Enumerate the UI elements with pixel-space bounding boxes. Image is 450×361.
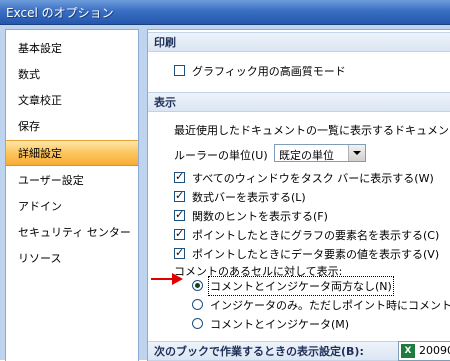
section-header-display: 表示 [148,92,450,112]
show-function-tips-label: 関数のヒントを表示する(F) [192,210,328,223]
radio-no-comments-or-indicators[interactable] [192,280,203,291]
sidebar-item-advanced[interactable]: 詳細設定 [6,140,138,166]
sidebar-item-customize[interactable]: ユーザー設定 [6,168,138,194]
sidebar-item-basic[interactable]: 基本設定 [6,36,138,62]
book-select[interactable]: X 20090 [398,341,450,361]
title-bar: Excel のオプション [0,0,450,25]
high-quality-graphics-checkbox[interactable] [174,65,185,76]
options-dialog: 基本設定 数式 文章校正 保存 詳細設定 ユーザー設定 アドイン セキュリティ … [0,25,450,361]
sidebar-item-resources[interactable]: リソース [6,246,138,272]
radio-no-comments-or-indicators-label: コメントとインジケータ両方なし(N) [208,276,394,296]
options-content: 印刷 グラフィック用の高画質モード 表示 最近使用したドキュメントの一覧に表示す… [147,29,450,361]
high-quality-graphics-label: グラフィック用の高画質モード [192,65,346,78]
book-display-header-label: 次のブックで作業するときの表示設定(B): [154,345,364,358]
show-formula-bar-checkbox[interactable] [174,189,185,202]
window-title: Excel のオプション [6,6,114,20]
sidebar-item-save[interactable]: 保存 [6,114,138,140]
ruler-units-select[interactable]: 既定の単位 [274,144,366,162]
show-chart-element-names-checkbox[interactable] [174,227,185,240]
comment-display-label: コメントのあるセルに対して表示: [174,265,343,278]
radio-indicators-only[interactable] [192,299,203,310]
section-header-print: 印刷 [148,32,450,52]
show-windows-taskbar-checkbox[interactable] [174,170,185,183]
sidebar-item-addins[interactable]: アドイン [6,194,138,220]
recent-docs-label: 最近使用したドキュメントの一覧に表示するドキュメントの数 [174,124,450,137]
show-data-point-values-label: ポイントしたときにデータ要素の値を表示する(V) [192,248,440,261]
show-data-point-values-checkbox[interactable] [174,246,185,259]
show-function-tips-checkbox[interactable] [174,208,185,221]
excel-workbook-icon: X [401,344,415,358]
sidebar: 基本設定 数式 文章校正 保存 詳細設定 ユーザー設定 アドイン セキュリティ … [5,29,139,361]
show-chart-element-names-label: ポイントしたときにグラフの要素名を表示する(C) [192,229,440,242]
sidebar-item-trust-center[interactable]: セキュリティ センター [6,220,138,246]
radio-comments-and-indicators[interactable] [192,318,203,329]
chevron-down-icon[interactable] [348,145,365,161]
show-formula-bar-label: 数式バーを表示する(L) [192,191,306,204]
radio-indicators-only-label: インジケータのみ。ただしポイント時にコメントを表示(I) [210,299,450,312]
ruler-units-value: 既定の単位 [279,149,334,162]
radio-comments-and-indicators-label: コメントとインジケータ(M) [210,318,350,331]
book-select-value: 20090 [419,344,450,357]
ruler-units-label: ルーラーの単位(U) [174,149,268,162]
show-windows-taskbar-label: すべてのウィンドウをタスク バーに表示する(W) [192,172,434,185]
red-arrow-icon [151,273,183,285]
sidebar-item-formulas[interactable]: 数式 [6,62,138,88]
sidebar-item-proofing[interactable]: 文章校正 [6,88,138,114]
